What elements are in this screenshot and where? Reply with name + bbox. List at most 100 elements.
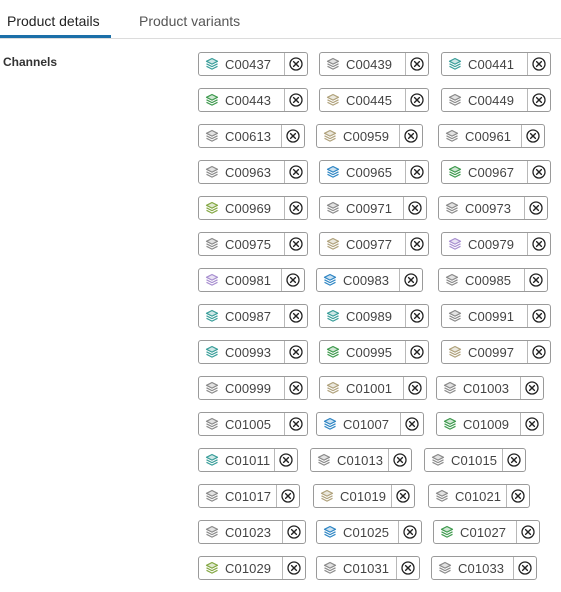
close-circle-icon[interactable] [502, 449, 525, 471]
channel-chip-body[interactable]: C01023 [199, 521, 275, 543]
channel-chip[interactable]: C00979 [441, 232, 551, 256]
channel-chip-body[interactable]: C00437 [199, 53, 275, 75]
channel-chip[interactable]: C00993 [198, 340, 308, 364]
channel-chip-body[interactable]: C00975 [199, 233, 275, 255]
channel-chip-body[interactable]: C00965 [320, 161, 396, 183]
channel-chip-body[interactable]: C01007 [317, 413, 393, 435]
close-circle-icon[interactable] [284, 377, 307, 399]
channel-chip-body[interactable]: C00977 [320, 233, 396, 255]
channel-chip[interactable]: C01021 [428, 484, 530, 508]
channel-chip-body[interactable]: C00983 [317, 269, 393, 291]
channel-chip[interactable]: C00441 [441, 52, 551, 76]
close-circle-icon[interactable] [281, 125, 304, 147]
channel-chip[interactable]: C00983 [316, 268, 423, 292]
close-circle-icon[interactable] [282, 521, 305, 543]
channel-chip[interactable]: C01019 [313, 484, 415, 508]
channel-chip[interactable]: C01013 [310, 448, 412, 472]
close-circle-icon[interactable] [396, 557, 419, 579]
close-circle-icon[interactable] [400, 413, 423, 435]
channel-chip[interactable]: C00439 [319, 52, 429, 76]
channel-chip[interactable]: C00971 [319, 196, 427, 220]
close-circle-icon[interactable] [391, 485, 414, 507]
close-circle-icon[interactable] [521, 125, 544, 147]
close-circle-icon[interactable] [281, 269, 304, 291]
channel-chip-body[interactable]: C00991 [442, 305, 518, 327]
close-circle-icon[interactable] [405, 341, 428, 363]
close-circle-icon[interactable] [527, 53, 550, 75]
close-circle-icon[interactable] [524, 197, 547, 219]
close-circle-icon[interactable] [527, 233, 550, 255]
channel-chip[interactable]: C01011 [198, 448, 298, 472]
close-circle-icon[interactable] [405, 89, 428, 111]
channel-chip-body[interactable]: C01001 [320, 377, 396, 399]
channel-chip[interactable]: C00995 [319, 340, 429, 364]
close-circle-icon[interactable] [405, 161, 428, 183]
channel-chip-body[interactable]: C00959 [317, 125, 393, 147]
close-circle-icon[interactable] [520, 377, 543, 399]
close-circle-icon[interactable] [527, 341, 550, 363]
channel-chip-body[interactable]: C00963 [199, 161, 275, 183]
channel-chip-body[interactable]: C01009 [437, 413, 513, 435]
channel-chip-body[interactable]: C00969 [199, 197, 275, 219]
channel-chip[interactable]: C00997 [441, 340, 551, 364]
close-circle-icon[interactable] [524, 269, 547, 291]
channel-chip[interactable]: C01001 [319, 376, 427, 400]
channel-chip[interactable]: C00969 [198, 196, 308, 220]
channel-chip-body[interactable]: C00987 [199, 305, 275, 327]
channel-chip[interactable]: C01027 [433, 520, 540, 544]
close-circle-icon[interactable] [284, 89, 307, 111]
channel-chip[interactable]: C00959 [316, 124, 423, 148]
channel-chip-body[interactable]: C01029 [199, 557, 275, 579]
channel-chip[interactable]: C00613 [198, 124, 305, 148]
channel-chip-body[interactable]: C01015 [425, 449, 501, 471]
channel-chip[interactable]: C01007 [316, 412, 424, 436]
channel-chip-body[interactable]: C00441 [442, 53, 518, 75]
close-circle-icon[interactable] [527, 305, 550, 327]
channel-chip-body[interactable]: C00995 [320, 341, 396, 363]
channel-chip-body[interactable]: C01027 [434, 521, 510, 543]
channel-chip[interactable]: C01029 [198, 556, 306, 580]
channel-chip[interactable]: C00437 [198, 52, 308, 76]
close-circle-icon[interactable] [276, 485, 299, 507]
channel-chip-body[interactable]: C00999 [199, 377, 275, 399]
channel-chip-body[interactable]: C00445 [320, 89, 396, 111]
channel-chip-body[interactable]: C01005 [199, 413, 275, 435]
channel-chip[interactable]: C00961 [438, 124, 545, 148]
close-circle-icon[interactable] [527, 161, 550, 183]
channel-chip[interactable]: C01025 [316, 520, 422, 544]
tab-product-variants[interactable]: Product variants [139, 13, 240, 29]
close-circle-icon[interactable] [405, 53, 428, 75]
channel-chip-body[interactable]: C00613 [199, 125, 275, 147]
channel-chip[interactable]: C01017 [198, 484, 300, 508]
close-circle-icon[interactable] [399, 269, 422, 291]
close-circle-icon[interactable] [513, 557, 536, 579]
channel-chip[interactable]: C00999 [198, 376, 308, 400]
close-circle-icon[interactable] [403, 197, 426, 219]
channel-chip[interactable]: C00989 [319, 304, 429, 328]
channel-chip-body[interactable]: C01033 [432, 557, 508, 579]
channel-chip-body[interactable]: C00997 [442, 341, 518, 363]
channel-chip[interactable]: C01023 [198, 520, 306, 544]
channel-chip[interactable]: C01003 [436, 376, 544, 400]
channel-chip-body[interactable]: C00993 [199, 341, 275, 363]
channel-chip-body[interactable]: C01021 [429, 485, 505, 507]
close-circle-icon[interactable] [274, 449, 297, 471]
close-circle-icon[interactable] [284, 341, 307, 363]
channel-chip[interactable]: C00967 [441, 160, 551, 184]
channel-chip-body[interactable]: C00985 [439, 269, 515, 291]
channel-chip[interactable]: C00963 [198, 160, 308, 184]
channel-chip[interactable]: C01031 [316, 556, 420, 580]
close-circle-icon[interactable] [398, 521, 421, 543]
channel-chip-body[interactable]: C00979 [442, 233, 518, 255]
close-circle-icon[interactable] [284, 413, 307, 435]
channel-chip-body[interactable]: C00439 [320, 53, 396, 75]
channel-chip[interactable]: C00449 [441, 88, 551, 112]
channel-chip-body[interactable]: C01011 [199, 449, 274, 471]
channel-chip-body[interactable]: C01031 [317, 557, 393, 579]
channel-chip-body[interactable]: C00967 [442, 161, 518, 183]
channel-chip[interactable]: C00981 [198, 268, 305, 292]
channel-chip-body[interactable]: C00971 [320, 197, 396, 219]
close-circle-icon[interactable] [284, 233, 307, 255]
close-circle-icon[interactable] [399, 125, 422, 147]
channel-chip-body[interactable]: C01025 [317, 521, 393, 543]
